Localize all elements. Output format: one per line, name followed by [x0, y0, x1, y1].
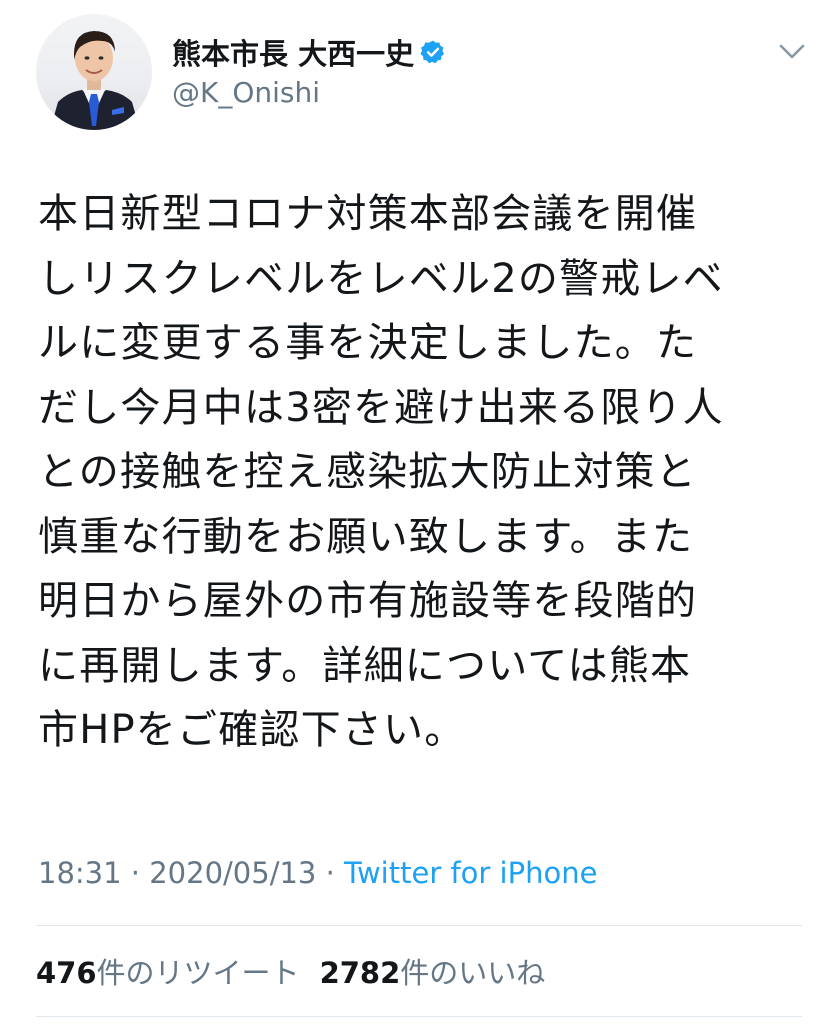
tweet-card: 熊本市長 大西一史 @K_Onishi 本日新型コロナ対策本部会議を開催 しリス… — [0, 0, 839, 1024]
verified-badge-icon — [420, 39, 446, 65]
author-info: 熊本市長 大西一史 @K_Onishi — [172, 32, 446, 109]
avatar[interactable] — [36, 14, 152, 130]
tweet-time[interactable]: 18:31 — [38, 856, 122, 890]
divider — [36, 925, 802, 926]
retweets-count: 476 — [36, 956, 97, 990]
retweets-stat[interactable]: 476件のリツイート — [36, 956, 300, 990]
tweet-date[interactable]: 2020/05/13 — [149, 856, 316, 890]
tweet-text: 本日新型コロナ対策本部会議を開催 しリスクレベルをレベル2の警戒レベ ルに変更す… — [38, 191, 724, 753]
person-photo-avatar-icon — [50, 31, 140, 130]
likes-label: 件のいいね — [400, 956, 546, 990]
display-name[interactable]: 熊本市長 大西一史 — [172, 31, 414, 73]
tweet-stats: 476件のリツイート 2782件のいいね — [36, 950, 545, 992]
meta-separator: · — [325, 856, 335, 890]
tweet-source-link[interactable]: Twitter for iPhone — [344, 856, 597, 890]
tweet-header: 熊本市長 大西一史 @K_Onishi — [36, 14, 816, 134]
divider — [36, 1016, 802, 1017]
likes-stat[interactable]: 2782件のいいね — [320, 956, 546, 990]
user-handle[interactable]: @K_Onishi — [172, 76, 446, 109]
retweets-label: 件のリツイート — [96, 956, 300, 990]
meta-separator: · — [130, 856, 141, 890]
chevron-down-icon[interactable] — [778, 42, 806, 62]
display-name-row: 熊本市長 大西一史 — [172, 32, 446, 72]
tweet-meta: 18:31 · 2020/05/13 · Twitter for iPhone — [38, 856, 597, 890]
likes-count: 2782 — [319, 956, 401, 990]
